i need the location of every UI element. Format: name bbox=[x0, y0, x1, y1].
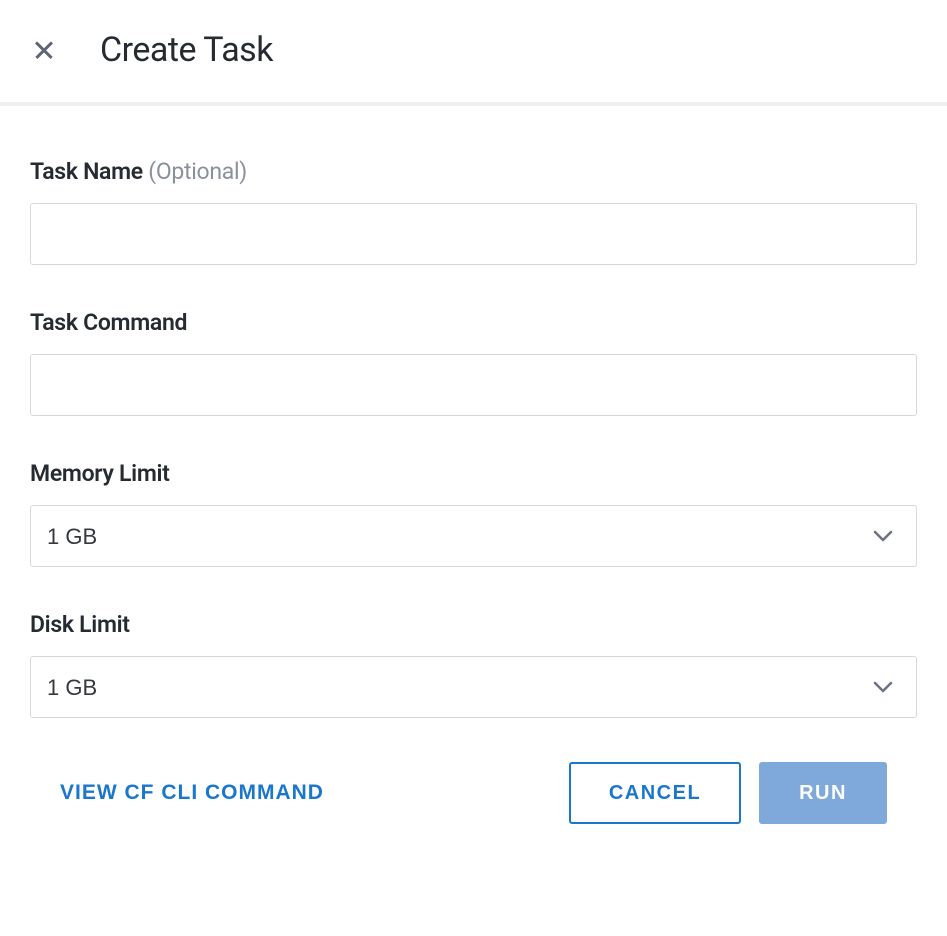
footer-buttons: CANCEL RUN bbox=[569, 762, 887, 824]
disk-limit-select-wrapper: 1 GB bbox=[30, 656, 917, 718]
cancel-button[interactable]: CANCEL bbox=[569, 762, 741, 824]
modal-footer: VIEW CF CLI COMMAND CANCEL RUN bbox=[30, 762, 917, 824]
modal-header: Create Task bbox=[0, 0, 947, 106]
view-cli-command-link[interactable]: VIEW CF CLI COMMAND bbox=[60, 781, 324, 805]
memory-limit-select[interactable]: 1 GB bbox=[30, 505, 917, 567]
memory-limit-select-wrapper: 1 GB bbox=[30, 505, 917, 567]
page-title: Create Task bbox=[100, 30, 273, 70]
task-command-group: Task Command bbox=[30, 309, 917, 416]
close-icon[interactable] bbox=[34, 40, 54, 60]
disk-limit-group: Disk Limit 1 GB bbox=[30, 611, 917, 718]
task-name-label-text: Task Name bbox=[30, 158, 143, 185]
task-name-label: Task Name (Optional) bbox=[30, 158, 917, 185]
task-name-optional-text: (Optional) bbox=[148, 158, 247, 185]
task-name-group: Task Name (Optional) bbox=[30, 158, 917, 265]
task-name-input[interactable] bbox=[30, 203, 917, 265]
disk-limit-label: Disk Limit bbox=[30, 611, 917, 638]
task-command-input[interactable] bbox=[30, 354, 917, 416]
disk-limit-select[interactable]: 1 GB bbox=[30, 656, 917, 718]
memory-limit-group: Memory Limit 1 GB bbox=[30, 460, 917, 567]
form-container: Task Name (Optional) Task Command Memory… bbox=[0, 106, 947, 854]
task-command-label: Task Command bbox=[30, 309, 917, 336]
memory-limit-label: Memory Limit bbox=[30, 460, 917, 487]
run-button[interactable]: RUN bbox=[759, 762, 887, 824]
